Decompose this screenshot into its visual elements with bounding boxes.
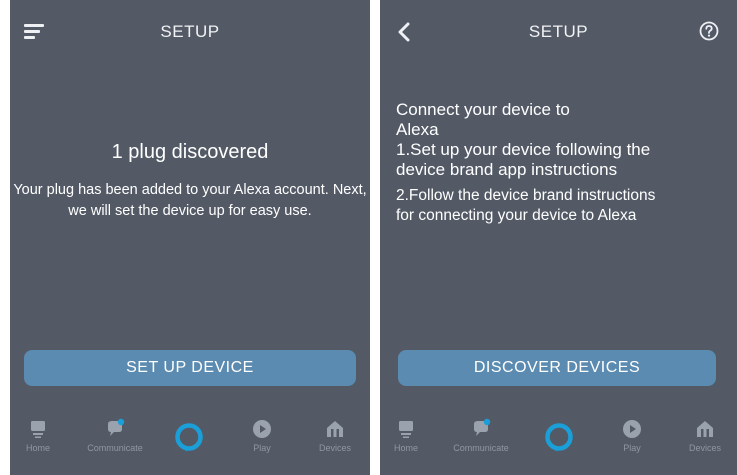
connect-instructions: Connect your device to Alexa 1.Set up yo… bbox=[396, 100, 737, 226]
home-icon bbox=[399, 421, 413, 438]
play-icon bbox=[623, 420, 641, 438]
nav-devices[interactable]: Devices bbox=[680, 418, 730, 453]
play-icon bbox=[253, 420, 271, 438]
connect-heading-line1: Connect your device to bbox=[396, 100, 570, 119]
nav-play[interactable]: Play bbox=[612, 418, 652, 453]
step1-line1: 1.Set up your device following the bbox=[396, 140, 651, 159]
set-up-device-button[interactable]: SET UP DEVICE bbox=[24, 350, 356, 386]
nav-communicate[interactable]: Communicate bbox=[436, 418, 526, 453]
discovered-description: Your plug has been added to your Alexa a… bbox=[13, 182, 367, 219]
alexa-ring-icon[interactable] bbox=[544, 422, 574, 452]
discovered-heading: 1 plug discovered bbox=[111, 141, 269, 163]
top-bar: SETUP bbox=[10, 0, 370, 64]
question-mark-icon[interactable] bbox=[699, 21, 719, 41]
chat-bubble-icon bbox=[474, 418, 491, 436]
nav-play-label: Play bbox=[253, 443, 271, 453]
nav-home[interactable]: Home bbox=[18, 418, 58, 453]
bottom-nav: Home Communicate Play Devices bbox=[10, 410, 370, 475]
nav-home-label: Home bbox=[393, 443, 418, 453]
nav-communicate-label: Communicate bbox=[453, 443, 509, 453]
nav-devices-label: Devices bbox=[318, 443, 351, 453]
chat-bubble-icon bbox=[108, 418, 125, 436]
page-title: SETUP bbox=[528, 22, 589, 41]
page-title: SETUP bbox=[160, 22, 220, 41]
nav-play[interactable]: Play bbox=[242, 418, 282, 453]
nav-home-label: Home bbox=[25, 443, 50, 453]
home-icon bbox=[31, 421, 45, 438]
nav-devices-label: Devices bbox=[688, 443, 721, 453]
step1-line2: device brand app instructions bbox=[396, 160, 618, 179]
nav-home[interactable]: Home bbox=[386, 418, 426, 453]
left-setup-screen: SETUP 1 plug discovered Your plug has be… bbox=[10, 0, 370, 475]
step2-line1: 2.Follow the device brand instructions bbox=[396, 187, 656, 204]
nav-devices[interactable]: Devices bbox=[310, 418, 360, 453]
top-bar: SETUP bbox=[380, 0, 737, 64]
nav-communicate[interactable]: Communicate bbox=[70, 418, 160, 453]
devices-house-icon bbox=[697, 421, 713, 437]
bottom-nav: Home Communicate Play Devices bbox=[380, 410, 737, 475]
step2-line2: for connecting your device to Alexa bbox=[396, 207, 637, 224]
alexa-ring-icon[interactable] bbox=[174, 422, 204, 452]
nav-play-label: Play bbox=[623, 443, 641, 453]
connect-heading-line2: Alexa bbox=[396, 120, 439, 139]
devices-house-icon bbox=[327, 421, 343, 437]
discover-devices-button[interactable]: DISCOVER DEVICES bbox=[398, 350, 716, 386]
right-setup-screen: SETUP Connect your device to Alexa 1.Set… bbox=[380, 0, 737, 475]
nav-communicate-label: Communicate bbox=[87, 443, 143, 453]
